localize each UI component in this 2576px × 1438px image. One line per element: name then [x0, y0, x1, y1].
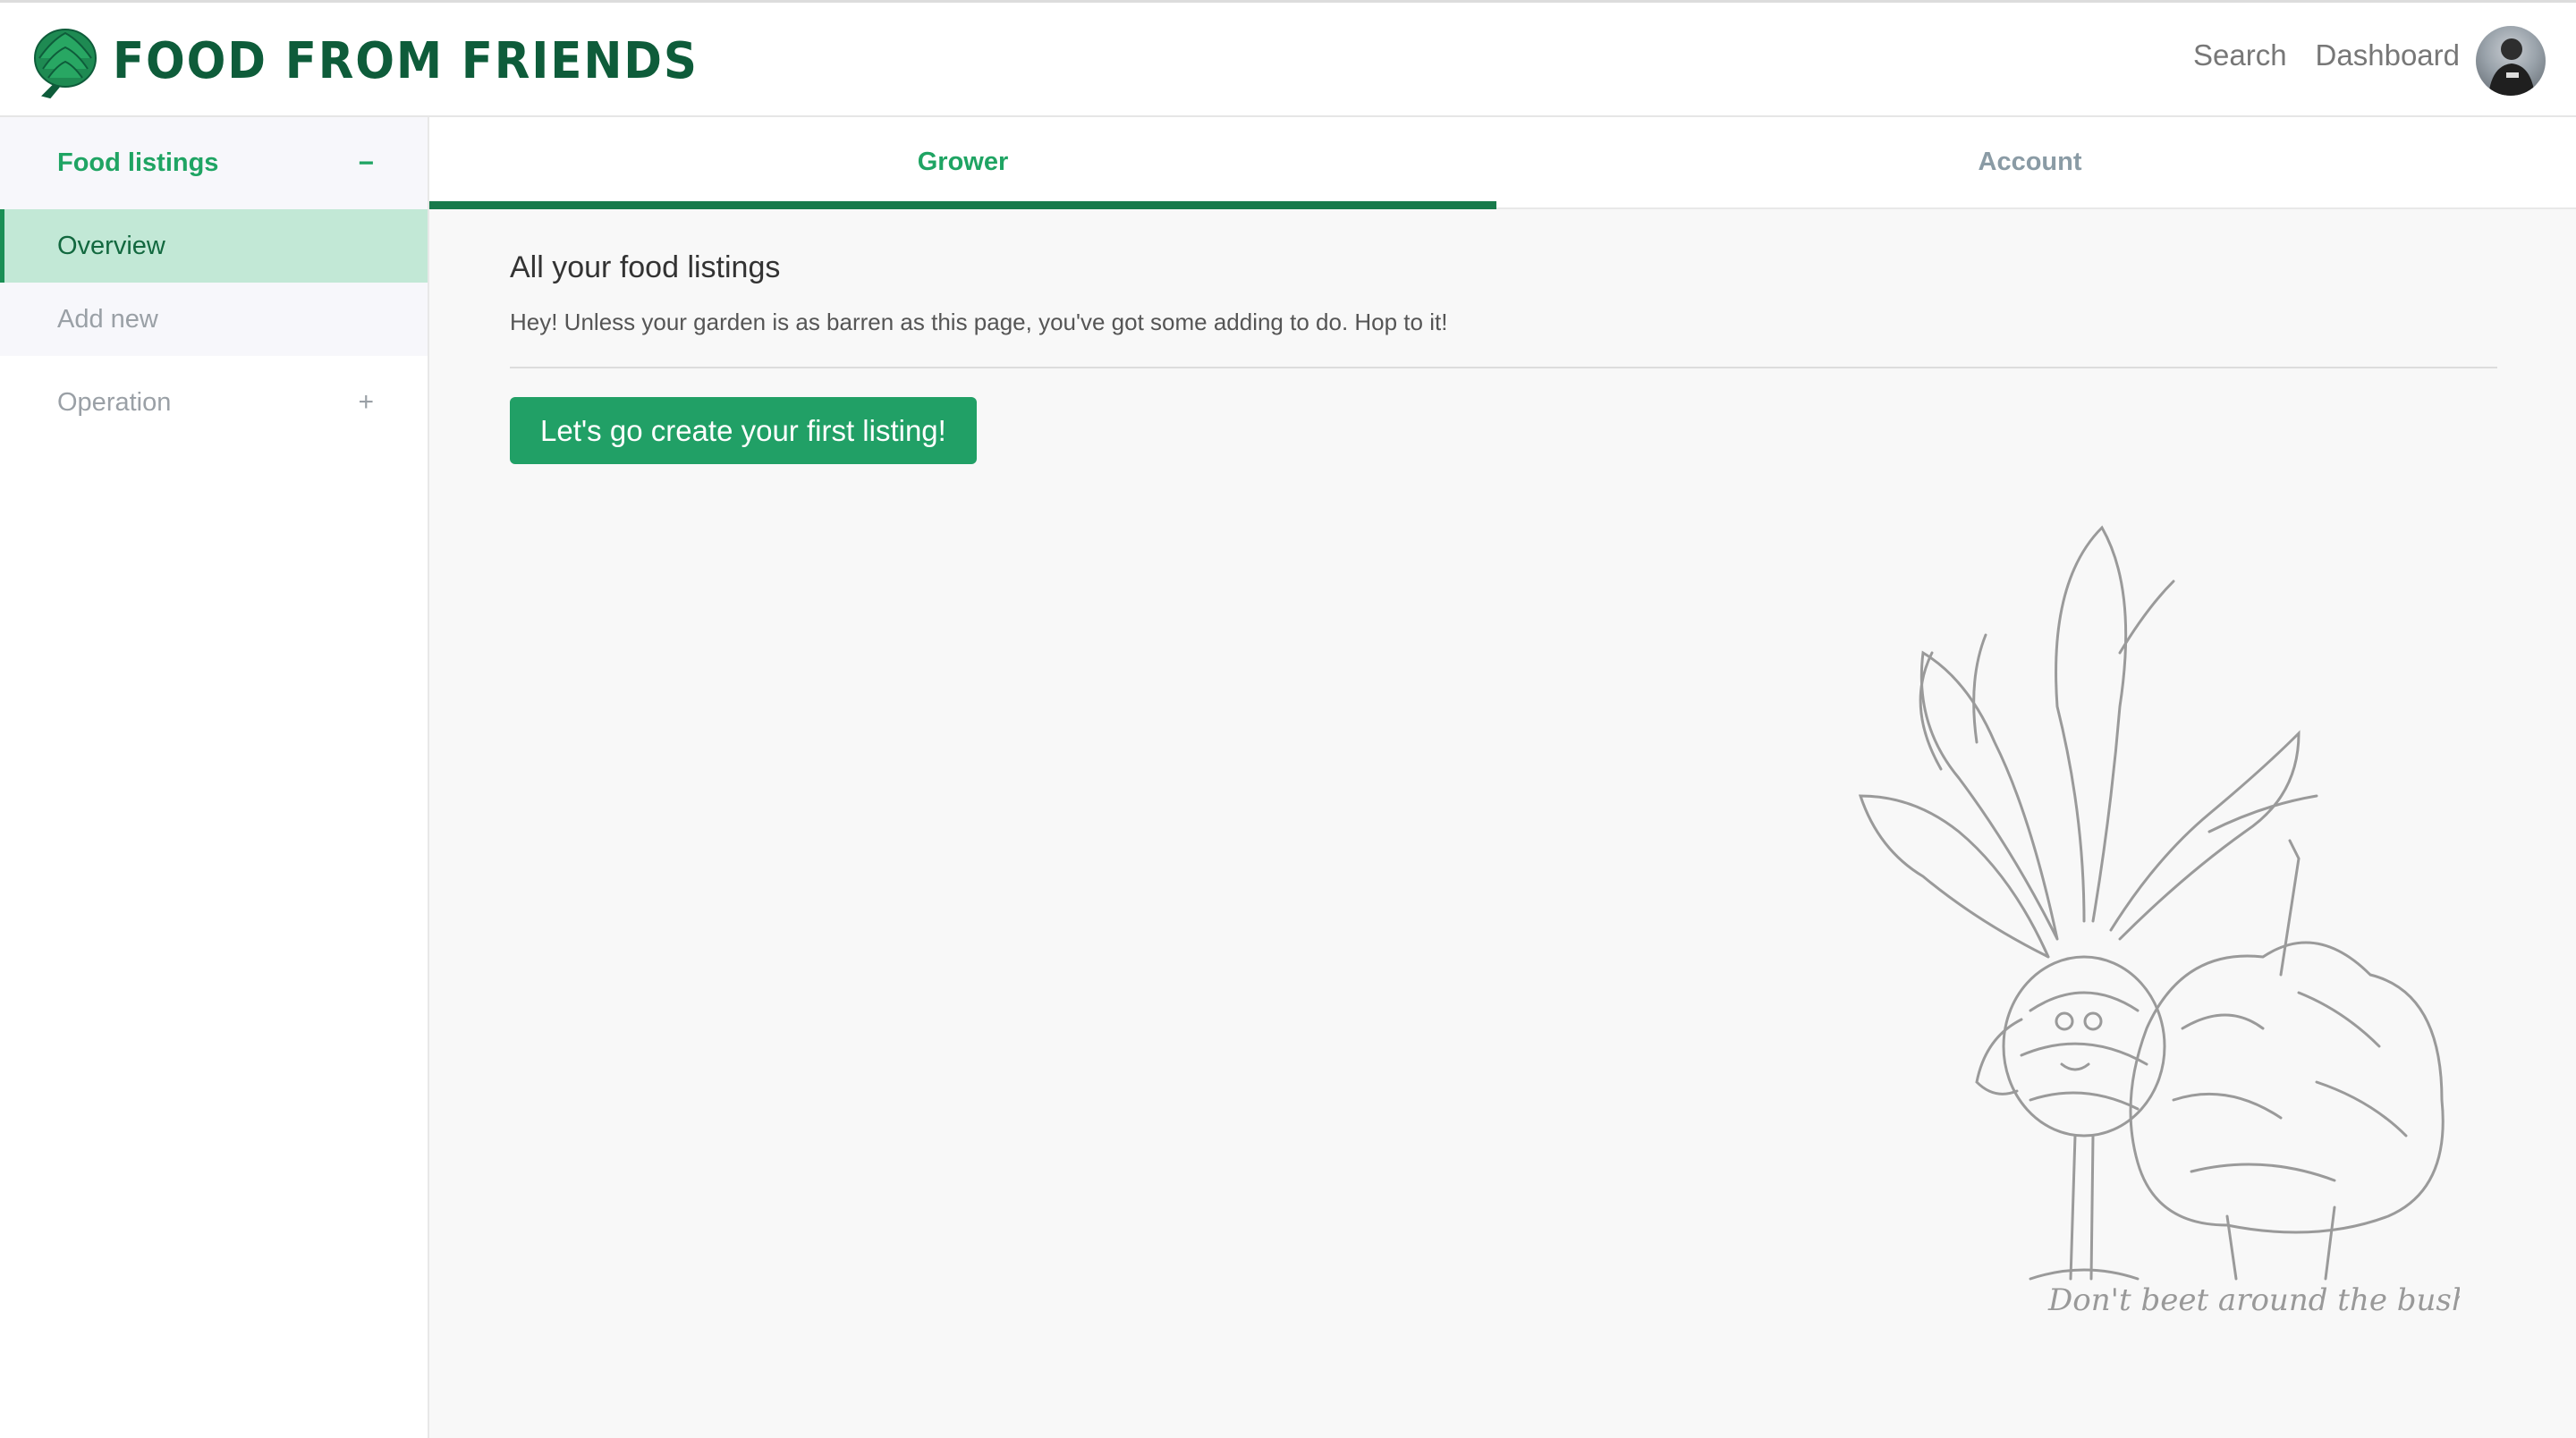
- page-title: All your food listings: [510, 250, 781, 284]
- expand-icon[interactable]: +: [358, 387, 374, 418]
- sidebar-item-label: Overview: [57, 231, 165, 260]
- avatar-image: [2488, 38, 2535, 96]
- sidebar-section-title: Food listings: [57, 148, 219, 177]
- brand-logo[interactable]: FOOD FROM FRIENDS: [27, 22, 750, 99]
- brand-name: FOOD FROM FRIENDS: [113, 31, 699, 90]
- artichoke-icon: [34, 29, 97, 99]
- user-avatar[interactable]: [2476, 26, 2546, 96]
- create-first-listing-button[interactable]: Let's go create your first listing!: [510, 397, 977, 464]
- sidebar: Food listings − Overview Add new Operati…: [0, 117, 429, 1438]
- main-content: All your food listings Hey! Unless your …: [510, 250, 2497, 464]
- nav-dashboard-link[interactable]: Dashboard: [2316, 38, 2460, 72]
- beet-and-bush-illustration: Don't beet around the bush: [1858, 525, 2460, 1318]
- sidebar-item-label: Add new: [57, 304, 158, 334]
- sidebar-section-title: Operation: [57, 387, 172, 417]
- top-nav: Search Dashboard: [2193, 38, 2460, 72]
- tab-account[interactable]: Account: [1496, 117, 2563, 207]
- sidebar-section-operation[interactable]: Operation +: [0, 356, 428, 449]
- tab-bar: Grower Account: [429, 117, 2576, 209]
- sidebar-section-food-listings[interactable]: Food listings −: [0, 117, 428, 209]
- collapse-icon[interactable]: −: [358, 148, 374, 179]
- illustration-caption: Don't beet around the bush: [2047, 1282, 2460, 1318]
- tab-grower[interactable]: Grower: [429, 117, 1496, 209]
- sidebar-item-add-new[interactable]: Add new: [0, 283, 428, 356]
- sidebar-item-overview[interactable]: Overview: [0, 209, 428, 283]
- top-bar: FOOD FROM FRIENDS Search Dashboard: [0, 0, 2576, 117]
- page-subtext: Hey! Unless your garden is as barren as …: [510, 309, 1448, 335]
- divider: [510, 367, 2497, 368]
- nav-search-link[interactable]: Search: [2193, 38, 2287, 72]
